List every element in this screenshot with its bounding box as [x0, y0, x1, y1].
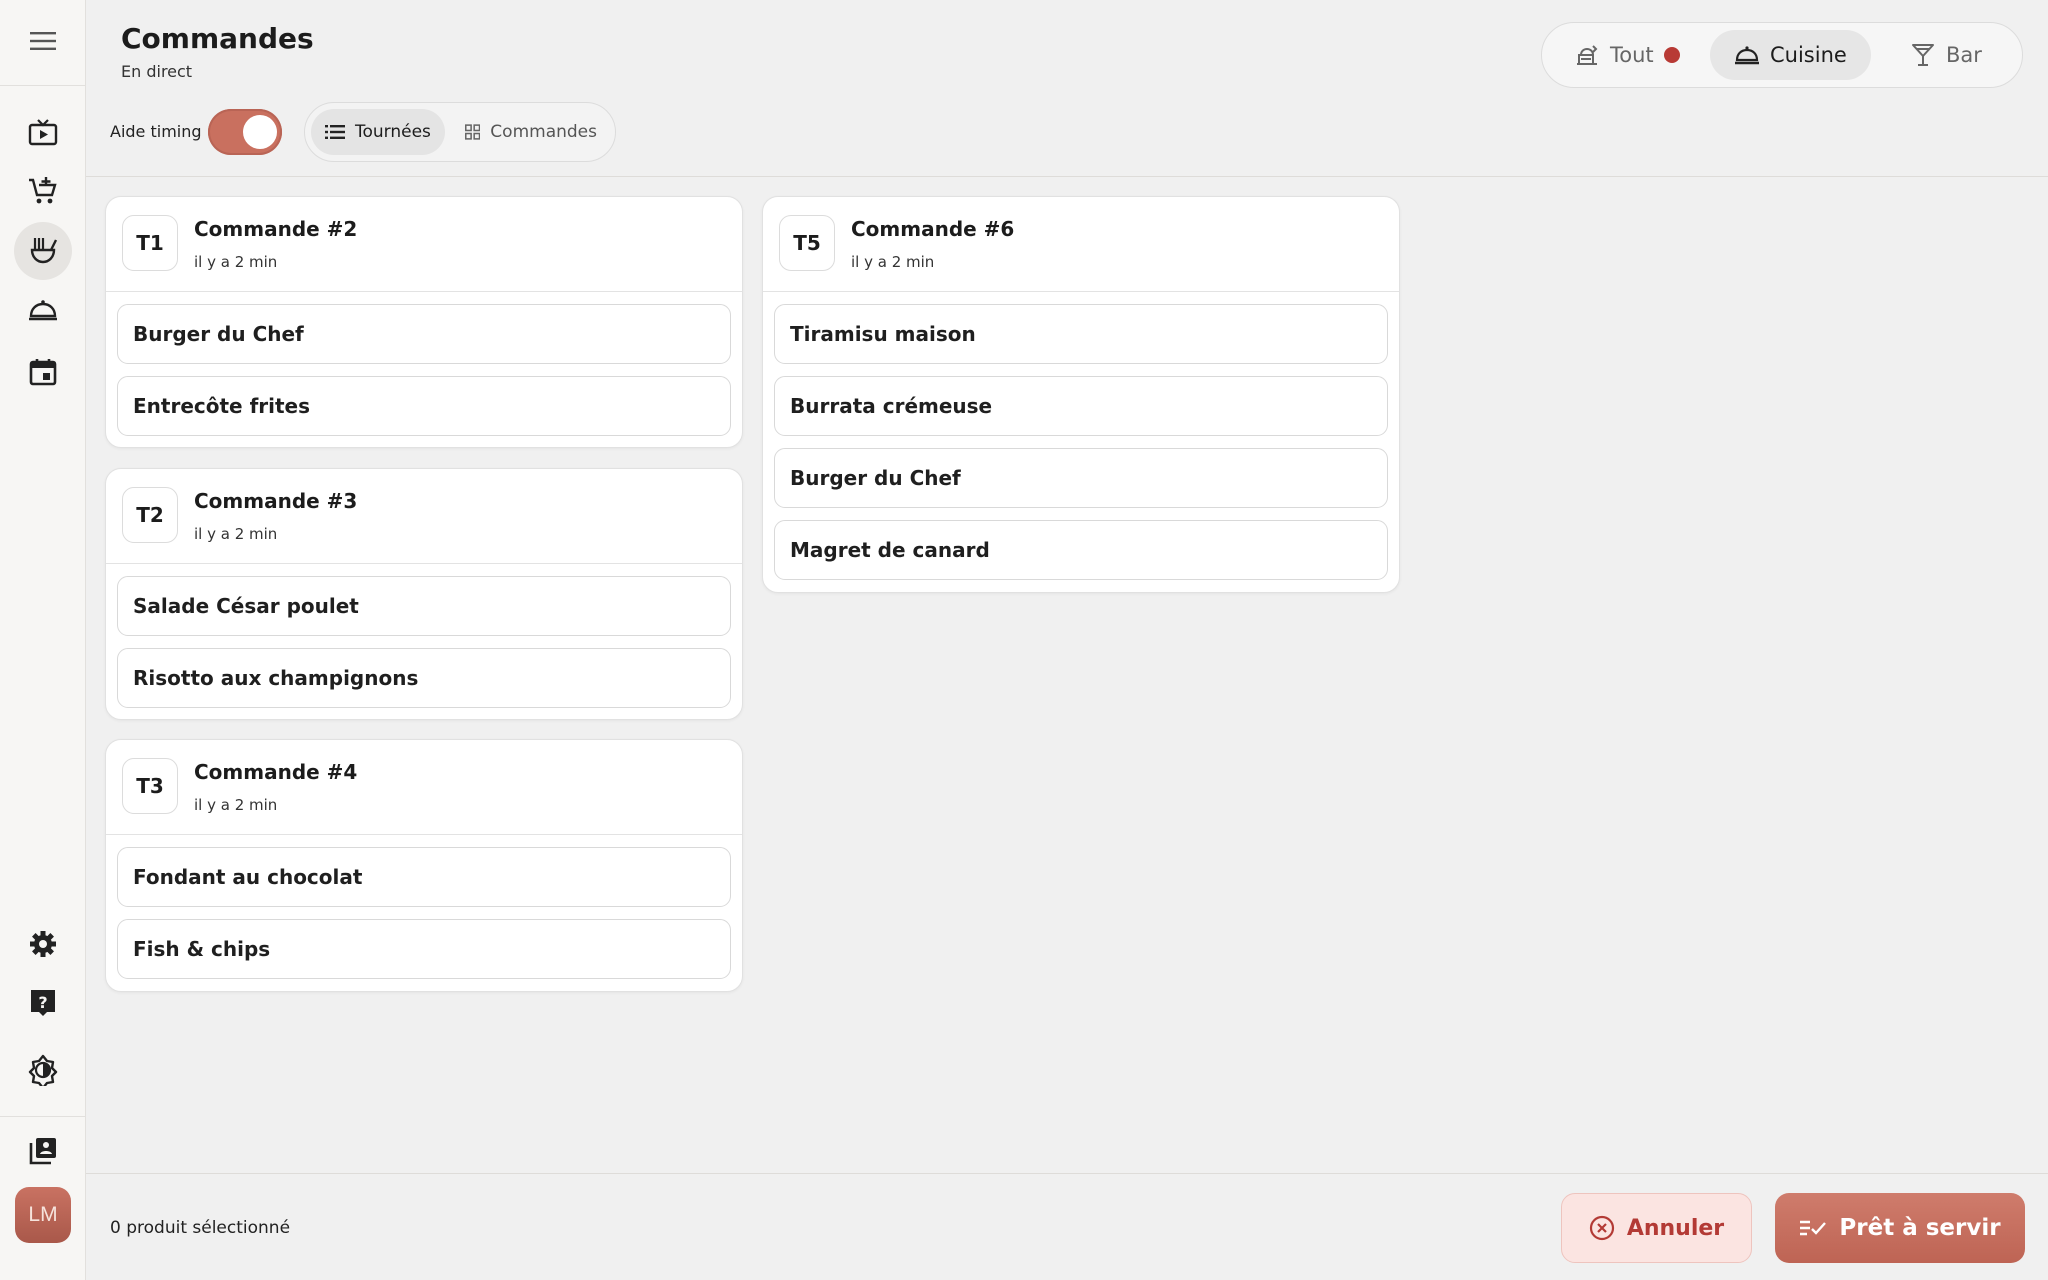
page-subtitle: En direct — [121, 62, 193, 81]
station-bar[interactable]: Bar — [1886, 30, 2006, 80]
page-title: Commandes — [121, 22, 314, 55]
sidebar-item-settings[interactable] — [14, 915, 72, 973]
station-tout[interactable]: Tout — [1550, 30, 1704, 80]
order-item[interactable]: Magret de canard — [774, 520, 1388, 580]
order-title: Commande #6 — [851, 217, 1015, 241]
help-icon: ? — [31, 990, 55, 1016]
sidebar: ? LM — [0, 0, 86, 1280]
table-badge: T1 — [122, 215, 178, 271]
svg-text:?: ? — [38, 993, 47, 1012]
order-item[interactable]: Entrecôte frites — [117, 376, 731, 436]
order-card: T3 Commande #4 il y a 2 min Fondant au c… — [105, 739, 743, 992]
action-footer: 0 produit sélectionné Annuler Prêt à ser… — [86, 1173, 2048, 1280]
cancel-label: Annuler — [1626, 1215, 1725, 1241]
order-title: Commande #2 — [194, 217, 358, 241]
sidebar-item-theme[interactable] — [14, 1041, 72, 1099]
ready-to-serve-button[interactable]: Prêt à servir — [1775, 1193, 2025, 1263]
cloche-icon — [29, 300, 57, 321]
order-time: il y a 2 min — [194, 796, 278, 814]
station-filter: Tout Cuisine Bar — [1541, 22, 2023, 88]
order-card-header: T5 Commande #6 il y a 2 min — [763, 197, 1399, 292]
order-item[interactable]: Risotto aux champignons — [117, 648, 731, 708]
alert-dot — [1663, 47, 1680, 63]
tab-commandes[interactable]: Commandes — [451, 109, 611, 155]
order-item[interactable]: Burger du Chef — [774, 448, 1388, 508]
station-cuisine[interactable]: Cuisine — [1710, 30, 1871, 80]
timing-toggle[interactable] — [208, 109, 282, 155]
order-title: Commande #4 — [194, 760, 358, 784]
table-badge: T3 — [122, 758, 178, 814]
brightness-icon — [28, 1054, 58, 1086]
sidebar-item-help[interactable]: ? — [14, 974, 72, 1032]
station-label: Tout — [1610, 43, 1654, 67]
dishes-icon — [1577, 45, 1598, 65]
order-item[interactable]: Burrata crémeuse — [774, 376, 1388, 436]
table-badge: T5 — [779, 215, 835, 271]
cancel-button[interactable]: Annuler — [1561, 1193, 1752, 1263]
order-item[interactable]: Fondant au chocolat — [117, 847, 731, 907]
page-header: Commandes En direct Aide timing Tournées… — [86, 0, 2048, 177]
sidebar-item-new-order[interactable] — [14, 162, 72, 220]
order-card: T2 Commande #3 il y a 2 min Salade César… — [105, 468, 743, 720]
order-card-header: T1 Commande #2 il y a 2 min — [106, 197, 742, 292]
sidebar-divider — [0, 1116, 86, 1117]
timing-toggle-label: Aide timing — [110, 122, 202, 141]
station-label: Bar — [1946, 43, 1982, 67]
add-cart-icon — [29, 177, 57, 204]
live-tv-icon — [28, 119, 58, 146]
order-item[interactable]: Fish & chips — [117, 919, 731, 979]
order-title: Commande #3 — [194, 489, 358, 513]
order-time: il y a 2 min — [194, 525, 278, 543]
order-card: T1 Commande #2 il y a 2 min Burger du Ch… — [105, 196, 743, 448]
order-card: T5 Commande #6 il y a 2 min Tiramisu mai… — [762, 196, 1400, 593]
grid-icon — [465, 124, 481, 140]
tab-label: Commandes — [490, 122, 597, 142]
calendar-icon — [29, 359, 57, 386]
cancel-circle-icon — [1589, 1215, 1614, 1241]
order-item[interactable]: Burger du Chef — [117, 304, 731, 364]
order-card-header: T3 Commande #4 il y a 2 min — [106, 740, 742, 835]
table-badge: T2 — [122, 487, 178, 543]
order-time: il y a 2 min — [851, 253, 935, 271]
sidebar-header — [0, 0, 85, 86]
settings-icon — [30, 931, 56, 957]
checklist-icon — [1800, 1220, 1827, 1236]
kitchen-ladle-icon — [30, 238, 58, 264]
order-time: il y a 2 min — [194, 253, 278, 271]
order-item[interactable]: Salade César poulet — [117, 576, 731, 636]
sidebar-item-kitchen[interactable] — [14, 222, 72, 280]
selection-count: 0 produit sélectionné — [110, 1218, 291, 1238]
station-label: Cuisine — [1770, 43, 1847, 67]
toggle-knob — [243, 115, 277, 149]
order-item[interactable]: Tiramisu maison — [774, 304, 1388, 364]
ready-label: Prêt à servir — [1839, 1215, 2001, 1241]
order-card-header: T2 Commande #3 il y a 2 min — [106, 469, 742, 564]
tab-label: Tournées — [355, 122, 431, 142]
sidebar-item-library[interactable] — [14, 1122, 72, 1180]
sidebar-item-service[interactable] — [14, 281, 72, 339]
view-switcher: Tournées Commandes — [304, 102, 616, 162]
cloche-icon — [1735, 46, 1759, 65]
list-icon — [325, 125, 345, 139]
avatar[interactable]: LM — [15, 1187, 71, 1243]
sidebar-item-live[interactable] — [14, 104, 72, 162]
library-icon — [29, 1138, 56, 1165]
cocktail-icon — [1912, 44, 1934, 66]
sidebar-item-calendar[interactable] — [14, 343, 72, 401]
tab-tournees[interactable]: Tournées — [311, 109, 445, 155]
menu-icon[interactable] — [29, 31, 56, 55]
